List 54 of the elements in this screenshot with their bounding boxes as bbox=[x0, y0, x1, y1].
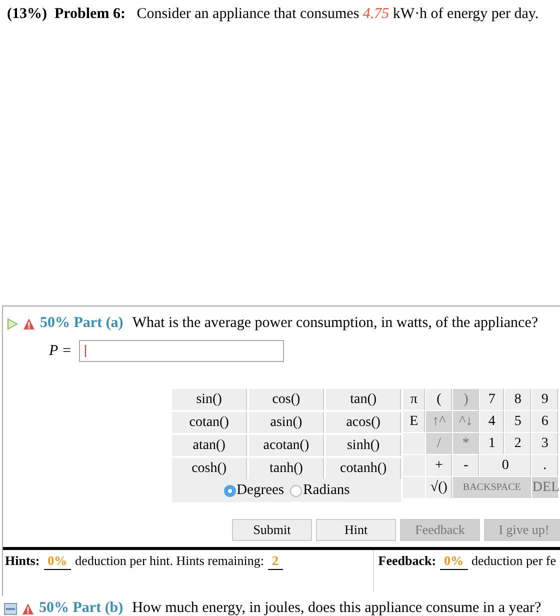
question-text: What is the average power consumption, in watts, of the appliance? bbox=[132, 315, 538, 332]
function-key[interactable]: asin() bbox=[249, 412, 324, 433]
blank-key bbox=[403, 433, 426, 454]
keypad-key[interactable]: 3 bbox=[532, 433, 558, 454]
function-key[interactable]: cotan() bbox=[172, 412, 248, 433]
keypad-key[interactable]: 9 bbox=[532, 389, 558, 410]
feedback-text: deduction per fe bbox=[472, 553, 556, 569]
action-button[interactable]: Submit bbox=[232, 519, 312, 541]
variable-label: P = bbox=[49, 342, 73, 360]
keypad-key[interactable]: 0 bbox=[480, 455, 532, 476]
radio-button[interactable] bbox=[290, 484, 302, 496]
hints-text: deduction per hint. Hints remaining: bbox=[75, 553, 264, 569]
function-key[interactable]: tanh() bbox=[249, 458, 324, 479]
keypad-key[interactable]: 4 bbox=[480, 411, 504, 432]
window-icon[interactable] bbox=[4, 602, 17, 614]
function-key[interactable]: cosh() bbox=[172, 458, 248, 479]
keypad-key[interactable]: π bbox=[403, 389, 426, 410]
radio-button[interactable] bbox=[224, 484, 236, 496]
function-key[interactable]: atan() bbox=[172, 435, 248, 456]
function-key[interactable]: sin() bbox=[172, 389, 248, 410]
answer-field[interactable] bbox=[79, 340, 284, 362]
function-key[interactable]: tan() bbox=[326, 389, 402, 410]
function-key[interactable]: cos() bbox=[249, 389, 324, 410]
keypad-key[interactable]: . bbox=[532, 455, 558, 476]
hints-label: Hints: bbox=[5, 553, 40, 569]
blank-key bbox=[403, 455, 426, 476]
keypad-key[interactable]: + bbox=[426, 455, 452, 476]
keypad-key[interactable]: 2 bbox=[505, 433, 532, 454]
keypad-key[interactable]: - bbox=[453, 455, 480, 476]
action-button[interactable]: Hint bbox=[316, 519, 396, 541]
radio-label[interactable]: Radians bbox=[303, 482, 350, 499]
part-label: 50% Part (b) bbox=[39, 600, 124, 616]
function-key[interactable]: acos() bbox=[326, 412, 402, 433]
keypad-key[interactable]: √() bbox=[426, 477, 452, 498]
part-label: 50% Part (a) bbox=[40, 315, 124, 332]
radio-label[interactable]: Degrees bbox=[236, 482, 284, 499]
keypad-key[interactable]: 8 bbox=[505, 389, 532, 410]
function-key[interactable]: cotanh() bbox=[326, 458, 402, 479]
feedback-deduction: 0% bbox=[440, 553, 468, 570]
hint-deduction: 0% bbox=[44, 553, 72, 570]
question-text: How much energy, in joules, does this appliance consume in a year? bbox=[132, 600, 542, 616]
hints-remaining: 2 bbox=[268, 553, 282, 570]
keypad-key[interactable]: 6 bbox=[532, 411, 558, 432]
keypad-key[interactable]: ( bbox=[426, 389, 452, 410]
function-key[interactable]: sinh() bbox=[326, 435, 402, 456]
keypad-key[interactable]: E bbox=[403, 411, 426, 432]
feedback-label: Feedback: bbox=[378, 553, 436, 569]
keypad-key[interactable]: 1 bbox=[480, 433, 504, 454]
play-icon[interactable] bbox=[7, 318, 18, 330]
function-key[interactable]: acotan() bbox=[249, 435, 324, 456]
warning-icon bbox=[23, 318, 35, 330]
keypad-key[interactable]: 7 bbox=[480, 389, 504, 410]
keypad-key[interactable]: 5 bbox=[505, 411, 532, 432]
problem-statement: (13%) Problem 6: Consider an appliance that consumes 4.75 kW·h of energy per day. bbox=[6, 5, 540, 24]
